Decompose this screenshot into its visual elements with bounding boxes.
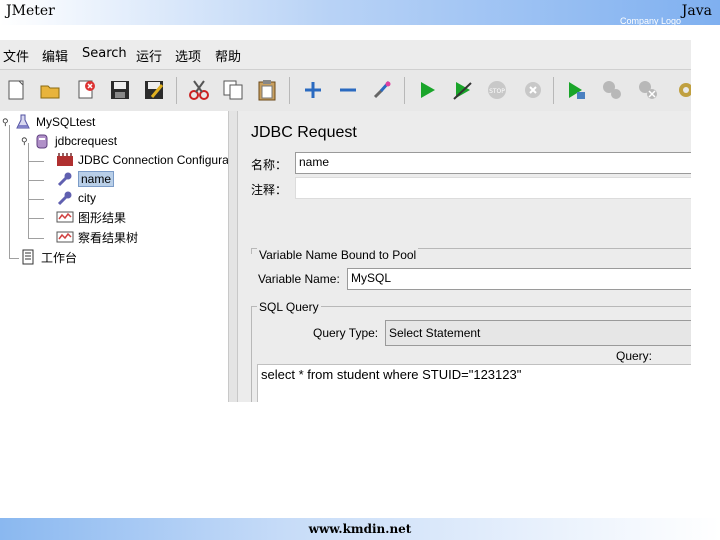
name-label: 名称： xyxy=(251,158,288,172)
settings-icon[interactable] xyxy=(672,76,691,104)
tree-node-label: city xyxy=(78,191,96,205)
menu-options[interactable]: 选项 xyxy=(175,46,201,65)
tree-line xyxy=(28,161,44,162)
tree-line xyxy=(28,199,44,200)
tree-node-view-results-tree[interactable]: 察看结果树 xyxy=(56,228,138,246)
tree-line xyxy=(28,180,44,181)
name-field[interactable]: name xyxy=(295,152,691,174)
slide-title-right: Java xyxy=(681,3,712,19)
comment-field[interactable] xyxy=(295,177,691,199)
toolbar-separator xyxy=(176,77,177,104)
panel-title: JDBC Request xyxy=(251,124,357,141)
tree-node-label-selected: name xyxy=(78,171,115,187)
start-icon[interactable] xyxy=(413,76,441,104)
tree-node-label: 图形结果 xyxy=(78,210,127,225)
stop-icon[interactable]: STOP xyxy=(483,76,511,104)
open-icon[interactable] xyxy=(36,76,64,104)
graph-icon xyxy=(56,208,74,226)
menu-file[interactable]: 文件 xyxy=(3,46,29,65)
tree-node-label: 察看结果树 xyxy=(78,230,139,245)
toolbar-separator xyxy=(404,77,405,104)
tree-node-test-plan[interactable]: ⚲ MySQLtest xyxy=(2,113,95,131)
menu-run[interactable]: 运行 xyxy=(136,46,162,65)
graph-icon xyxy=(56,228,74,246)
toggle-icon[interactable] xyxy=(368,76,396,104)
company-logo: Company Logo xyxy=(620,16,682,26)
remote-stop-icon[interactable] xyxy=(598,76,626,104)
slide-title-left: JMeter xyxy=(6,3,55,19)
thread-group-icon xyxy=(33,132,51,150)
paste-icon[interactable] xyxy=(253,76,281,104)
save-icon[interactable] xyxy=(106,76,134,104)
remote-start-icon[interactable] xyxy=(562,76,590,104)
remote-shutdown-icon[interactable] xyxy=(634,76,662,104)
svg-text:STOP: STOP xyxy=(489,88,505,95)
menu-bar: 文件 编辑 Search 运行 选项 帮助 xyxy=(0,40,691,68)
menu-search[interactable]: Search xyxy=(82,46,127,61)
tree-toggle-icon[interactable]: ⚲ xyxy=(2,117,14,128)
tree-node-city-sampler[interactable]: city xyxy=(56,189,96,207)
test-plan-tree: ⚲ MySQLtest ⚲ jdbcrequest JDBC Connectio… xyxy=(0,111,248,402)
tree-node-graph-results[interactable]: 图形结果 xyxy=(56,208,126,226)
menu-help[interactable]: 帮助 xyxy=(215,46,241,65)
query-type-select[interactable]: Select Statement xyxy=(385,320,691,346)
tree-node-label: MySQLtest xyxy=(36,115,96,129)
slide-header-bar xyxy=(0,0,720,25)
pool-group-title: Variable Name Bound to Pool xyxy=(257,248,419,262)
query-type-label: Query Type: xyxy=(313,326,379,340)
tree-node-workbench[interactable]: 工作台 xyxy=(19,248,77,266)
config-icon xyxy=(56,151,74,169)
sql-group-title: SQL Query xyxy=(257,300,321,314)
tree-node-name-sampler[interactable]: name xyxy=(56,170,115,188)
workbench-icon xyxy=(19,248,37,266)
menu-edit[interactable]: 编辑 xyxy=(42,46,68,65)
jdbc-request-panel: JDBC Request 名称： name 注释： Variable Name … xyxy=(238,111,691,402)
expand-icon[interactable] xyxy=(299,76,327,104)
toolbar-separator xyxy=(289,77,290,104)
tree-line xyxy=(28,143,29,239)
tree-toggle-icon[interactable]: ⚲ xyxy=(21,136,33,147)
tree-line xyxy=(28,238,44,239)
query-label: Query: xyxy=(616,349,653,363)
toolbar: STOP xyxy=(0,69,691,112)
pool-variable-field[interactable]: MySQL xyxy=(347,268,691,290)
tree-line xyxy=(28,218,44,219)
tree-node-label: jdbcrequest xyxy=(55,134,118,148)
shutdown-icon[interactable] xyxy=(519,76,547,104)
copy-icon[interactable] xyxy=(219,76,247,104)
cut-icon[interactable] xyxy=(185,76,213,104)
sampler-icon xyxy=(56,170,74,188)
tree-node-thread-group[interactable]: ⚲ jdbcrequest xyxy=(21,132,117,150)
collapse-icon[interactable] xyxy=(334,76,362,104)
sampler-icon xyxy=(56,189,74,207)
jmeter-window: 文件 编辑 Search 运行 选项 帮助 STOP ⚲ MySQLtest ⚲… xyxy=(0,40,691,402)
query-textarea[interactable]: select * from student where STUID="12312… xyxy=(257,364,691,402)
comment-label: 注释： xyxy=(251,183,288,197)
splitter-handle[interactable] xyxy=(228,111,238,402)
toolbar-separator xyxy=(553,77,554,104)
save-as-icon[interactable] xyxy=(140,76,168,104)
pool-variable-label: Variable Name: xyxy=(258,272,340,286)
close-icon[interactable] xyxy=(72,76,100,104)
tree-node-label: JDBC Connection Configuration xyxy=(78,153,249,167)
tree-line xyxy=(9,258,19,259)
tree-node-jdbc-config[interactable]: JDBC Connection Configuration xyxy=(56,151,248,169)
footer-url: www.kmdin.net xyxy=(308,522,412,536)
flask-icon xyxy=(14,113,32,131)
new-icon[interactable] xyxy=(2,76,30,104)
tree-node-label: 工作台 xyxy=(41,250,78,265)
tree-line xyxy=(9,125,10,259)
start-no-pause-icon[interactable] xyxy=(448,76,476,104)
